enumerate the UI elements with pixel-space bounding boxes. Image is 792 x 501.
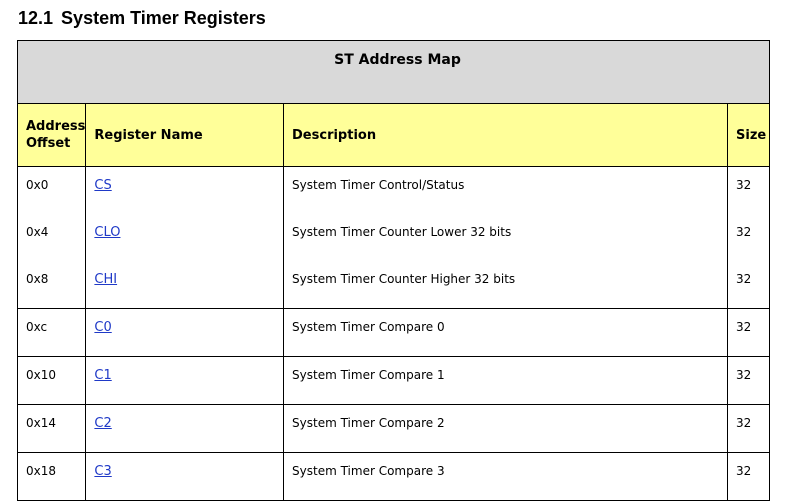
address-offset-cell: 0x14	[16, 404, 87, 453]
header-description: Description	[283, 103, 728, 167]
description-cell: System Timer Counter Lower 32 bits	[283, 214, 728, 261]
size-cell: 32	[727, 261, 770, 309]
table-row: 0xc C0 System Timer Compare 0 32	[16, 308, 770, 357]
address-offset-cell: 0xc	[16, 308, 87, 357]
register-name-cell: CLO	[86, 214, 284, 261]
register-link-c3[interactable]: C3	[94, 464, 111, 479]
address-offset-cell: 0x8	[16, 261, 87, 309]
section-number: 12.1	[18, 8, 54, 28]
table-row: 0x0 CS System Timer Control/Status 32	[16, 166, 770, 215]
register-name-cell: CS	[86, 167, 284, 215]
register-link-c0[interactable]: C0	[94, 320, 111, 335]
table-caption: ST Address Map	[17, 40, 770, 104]
description-cell: System Timer Compare 1	[283, 356, 728, 405]
register-link-chi[interactable]: CHI	[94, 272, 117, 287]
size-cell: 32	[727, 214, 770, 261]
header-address-offset: Address Offset	[16, 103, 87, 167]
table-row: 0x10 C1 System Timer Compare 1 32	[16, 356, 770, 405]
table-header-row: Address Offset Register Name Description…	[16, 103, 770, 167]
size-cell: 32	[727, 166, 770, 214]
table-row: 0x8 CHI System Timer Counter Higher 32 b…	[16, 261, 770, 309]
table-row: 0x18 C3 System Timer Compare 3 32	[16, 452, 770, 501]
description-cell: System Timer Compare 0	[283, 308, 728, 357]
size-cell: 32	[727, 404, 770, 453]
table-row: 0x14 C2 System Timer Compare 2 32	[16, 404, 770, 453]
description-cell: System Timer Control/Status	[283, 166, 728, 214]
register-link-cs[interactable]: CS	[94, 178, 111, 193]
size-cell: 32	[727, 452, 770, 501]
register-name-cell: C1	[85, 356, 284, 405]
address-offset-cell: 0x4	[16, 214, 87, 261]
address-offset-cell: 0x0	[16, 166, 87, 214]
register-name-cell: CHI	[85, 261, 284, 309]
section-title: System Timer Registers	[61, 8, 266, 28]
register-name-cell: C2	[85, 404, 284, 453]
address-map-table: ST Address Map Address Offset Register N…	[16, 40, 770, 501]
description-cell: System Timer Counter Higher 32 bits	[283, 261, 728, 309]
description-cell: System Timer Compare 2	[283, 404, 728, 453]
register-name-cell: C0	[85, 308, 284, 357]
register-link-clo[interactable]: CLO	[94, 225, 120, 240]
table-row: 0x4 CLO System Timer Counter Lower 32 bi…	[16, 214, 770, 261]
header-size: Size	[727, 103, 770, 167]
size-cell: 32	[727, 356, 770, 405]
register-link-c1[interactable]: C1	[94, 368, 111, 383]
address-offset-cell: 0x18	[16, 452, 87, 501]
description-cell: System Timer Compare 3	[283, 452, 728, 501]
register-link-c2[interactable]: C2	[94, 416, 111, 431]
size-cell: 32	[727, 308, 770, 357]
register-name-cell: C3	[85, 452, 284, 501]
address-offset-cell: 0x10	[16, 356, 87, 405]
section-heading: 12.1 System Timer Registers	[18, 8, 266, 29]
header-register-name: Register Name	[85, 103, 284, 167]
